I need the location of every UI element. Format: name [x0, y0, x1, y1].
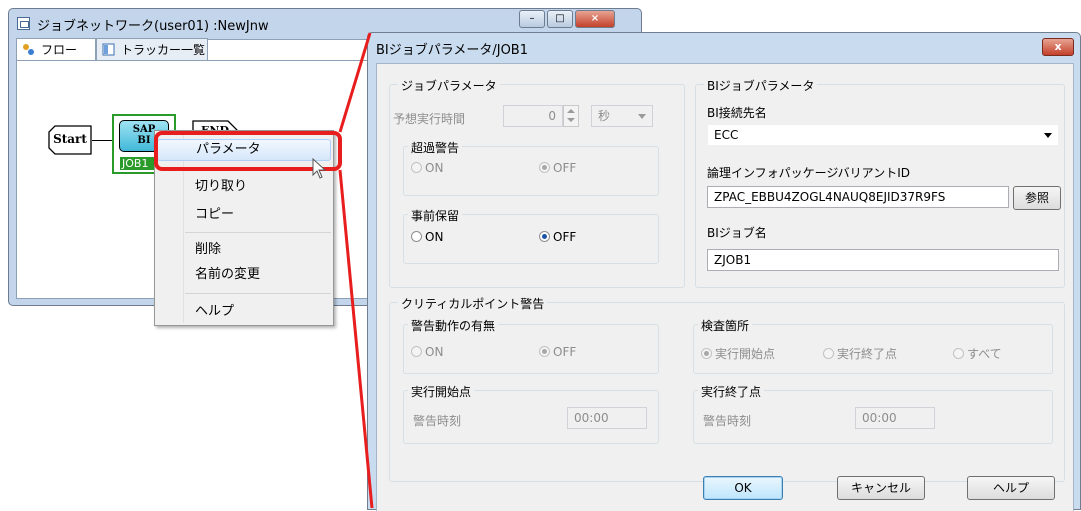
check-all-label: すべて: [967, 347, 1002, 361]
tab-flow-label: フロー: [41, 43, 78, 57]
check-point-title: 検査箇所: [698, 317, 753, 334]
dialog-close-button[interactable]: x: [1042, 38, 1074, 56]
end-warning-time-label: 警告時刻: [703, 414, 752, 428]
mouse-cursor-icon: [312, 158, 327, 179]
radio-selected-icon: [701, 348, 712, 359]
menu-item-rename[interactable]: 名前の変更: [157, 264, 331, 286]
flow-connector: [92, 140, 112, 141]
menu-separator: [185, 293, 331, 294]
minimize-button[interactable]: –: [519, 10, 545, 28]
bi-connection-select[interactable]: ECC: [707, 124, 1059, 146]
start-warning-time-input[interactable]: 00:00: [567, 407, 647, 429]
overtime-warning-on-label: ON: [425, 161, 444, 175]
check-start-point-label: 実行開始点: [715, 347, 776, 361]
window-close-button[interactable]: ×: [575, 10, 615, 28]
menu-item-copy[interactable]: コピー: [157, 204, 331, 226]
overtime-warning-on-radio[interactable]: ON: [411, 161, 443, 175]
tab-tracker-list-label: トラッカー一覧: [121, 43, 206, 57]
radio-circle-icon: [953, 348, 964, 359]
ok-button[interactable]: OK: [703, 476, 783, 500]
pre-hold-off-radio[interactable]: OFF: [539, 230, 576, 244]
overtime-warning-off-radio[interactable]: OFF: [539, 161, 576, 175]
time-unit-value: 秒: [598, 109, 611, 123]
expected-time-label: 予想実行時間: [393, 112, 466, 126]
end-warning-time-input[interactable]: 00:00: [855, 407, 935, 429]
start-node-label: Start: [53, 132, 87, 146]
start-node[interactable]: Start: [48, 125, 92, 155]
pre-hold-off-label: OFF: [553, 230, 577, 244]
flow-icon: [23, 44, 34, 55]
overtime-warning-off-label: OFF: [553, 161, 577, 175]
variant-id-input[interactable]: ZPAC_EBBU4ZOGL4NAUQ8EJID37R9FS: [707, 186, 1009, 208]
cancel-button[interactable]: キャンセル: [837, 476, 925, 500]
radio-selected-icon: [539, 346, 550, 357]
dialog-body: ジョブパラメータ 予想実行時間 0 秒 超過警告 ON OFF 事前保留 ON …: [376, 63, 1074, 511]
chevron-down-icon: [1044, 133, 1052, 138]
dialog-title: BIジョブパラメータ/JOB1: [376, 43, 528, 58]
time-unit-select[interactable]: 秒: [591, 105, 653, 127]
radio-circle-icon: [823, 348, 834, 359]
pre-hold-on-radio[interactable]: ON: [411, 230, 443, 244]
tab-tracker-list[interactable]: トラッカー一覧: [96, 38, 208, 60]
job-parameter-group-title: ジョブパラメータ: [398, 77, 500, 94]
check-end-point-radio[interactable]: 実行終了点: [823, 345, 897, 362]
check-start-point-radio[interactable]: 実行開始点: [701, 345, 775, 362]
expected-time-spinner[interactable]: [563, 105, 579, 127]
window-app-icon: [17, 17, 30, 30]
radio-selected-icon: [539, 162, 550, 173]
warning-action-off-radio[interactable]: OFF: [539, 345, 576, 359]
radio-circle-icon: [411, 162, 422, 173]
expected-time-input[interactable]: 0: [503, 105, 563, 127]
bi-job-name-label: BIジョブ名: [707, 226, 767, 240]
radio-circle-icon: [411, 346, 422, 357]
window-title: ジョブネットワーク(user01) :NewJnw: [37, 19, 269, 34]
check-all-radio[interactable]: すべて: [953, 345, 1002, 362]
warning-action-on-label: ON: [425, 345, 444, 359]
tracker-list-icon: [102, 43, 115, 56]
overtime-warning-title: 超過警告: [408, 139, 463, 156]
menu-item-delete[interactable]: 削除: [157, 239, 331, 261]
tab-flow[interactable]: フロー: [16, 38, 96, 60]
critical-point-warning-title: クリティカルポイント警告: [398, 295, 548, 312]
bi-job-name-input[interactable]: ZJOB1: [707, 249, 1059, 271]
variant-id-label: 論理インフォパッケージバリアントID: [707, 166, 910, 180]
browse-button[interactable]: 参照: [1013, 186, 1061, 210]
menu-item-cut[interactable]: 切り取り: [157, 176, 331, 198]
radio-circle-icon: [411, 231, 422, 242]
pre-hold-title: 事前保留: [408, 207, 463, 224]
bi-connection-value: ECC: [714, 128, 739, 142]
end-point-title: 実行終了点: [698, 383, 765, 400]
bi-connection-label: BI接続先名: [707, 106, 767, 120]
pre-hold-on-label: ON: [425, 230, 444, 244]
menu-separator: [185, 232, 331, 233]
chevron-down-icon: [638, 114, 646, 119]
warning-action-off-label: OFF: [553, 345, 577, 359]
bi-job-parameter-group-title: BIジョブパラメータ: [704, 77, 818, 94]
bi-job-parameter-dialog: BIジョブパラメータ/JOB1 x ジョブパラメータ 予想実行時間 0 秒 超過…: [367, 32, 1081, 511]
warning-action-title: 警告動作の有無: [408, 317, 499, 334]
start-point-title: 実行開始点: [408, 383, 475, 400]
radio-selected-icon: [539, 231, 550, 242]
start-warning-time-label: 警告時刻: [413, 414, 462, 428]
menu-item-help[interactable]: ヘルプ: [157, 301, 331, 323]
maximize-button[interactable]: □: [547, 10, 573, 28]
check-end-point-label: 実行終了点: [837, 347, 898, 361]
warning-action-on-radio[interactable]: ON: [411, 345, 443, 359]
help-button[interactable]: ヘルプ: [967, 476, 1055, 500]
